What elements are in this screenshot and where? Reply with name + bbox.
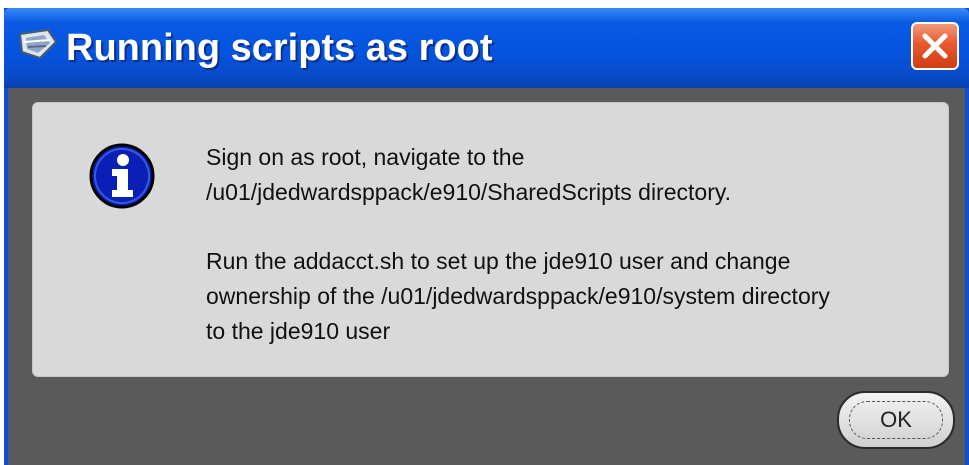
close-icon xyxy=(922,33,948,59)
info-icon xyxy=(88,142,156,210)
close-button[interactable] xyxy=(911,22,959,70)
java-cup-icon xyxy=(18,28,58,64)
message-line: Sign on as root, navigate to the xyxy=(206,144,525,170)
message-text: Sign on as root, navigate to the /u01/jd… xyxy=(206,140,926,349)
message-panel: Sign on as root, navigate to the /u01/jd… xyxy=(32,102,949,377)
window-title: Running scripts as root xyxy=(66,27,493,69)
title-bar[interactable]: Running scripts as root xyxy=(4,8,969,88)
ok-button-label: OK xyxy=(880,407,912,432)
message-paragraph-1: Sign on as root, navigate to the /u01/jd… xyxy=(206,140,926,210)
dialog-window: Running scripts as root Sign on as root,… xyxy=(4,8,969,465)
dialog-body: Sign on as root, navigate to the /u01/jd… xyxy=(8,88,965,465)
message-paragraph-2: Run the addacct.sh to set up the jde910 … xyxy=(206,244,926,349)
message-line: /u01/jdedwardsppack/e910/SharedScripts d… xyxy=(206,179,732,205)
ok-button[interactable]: OK xyxy=(837,391,955,449)
message-line: to the jde910 user xyxy=(206,318,391,344)
message-line: ownership of the /u01/jdedwardsppack/e91… xyxy=(206,283,830,309)
message-line: Run the addacct.sh to set up the jde910 … xyxy=(206,248,791,274)
